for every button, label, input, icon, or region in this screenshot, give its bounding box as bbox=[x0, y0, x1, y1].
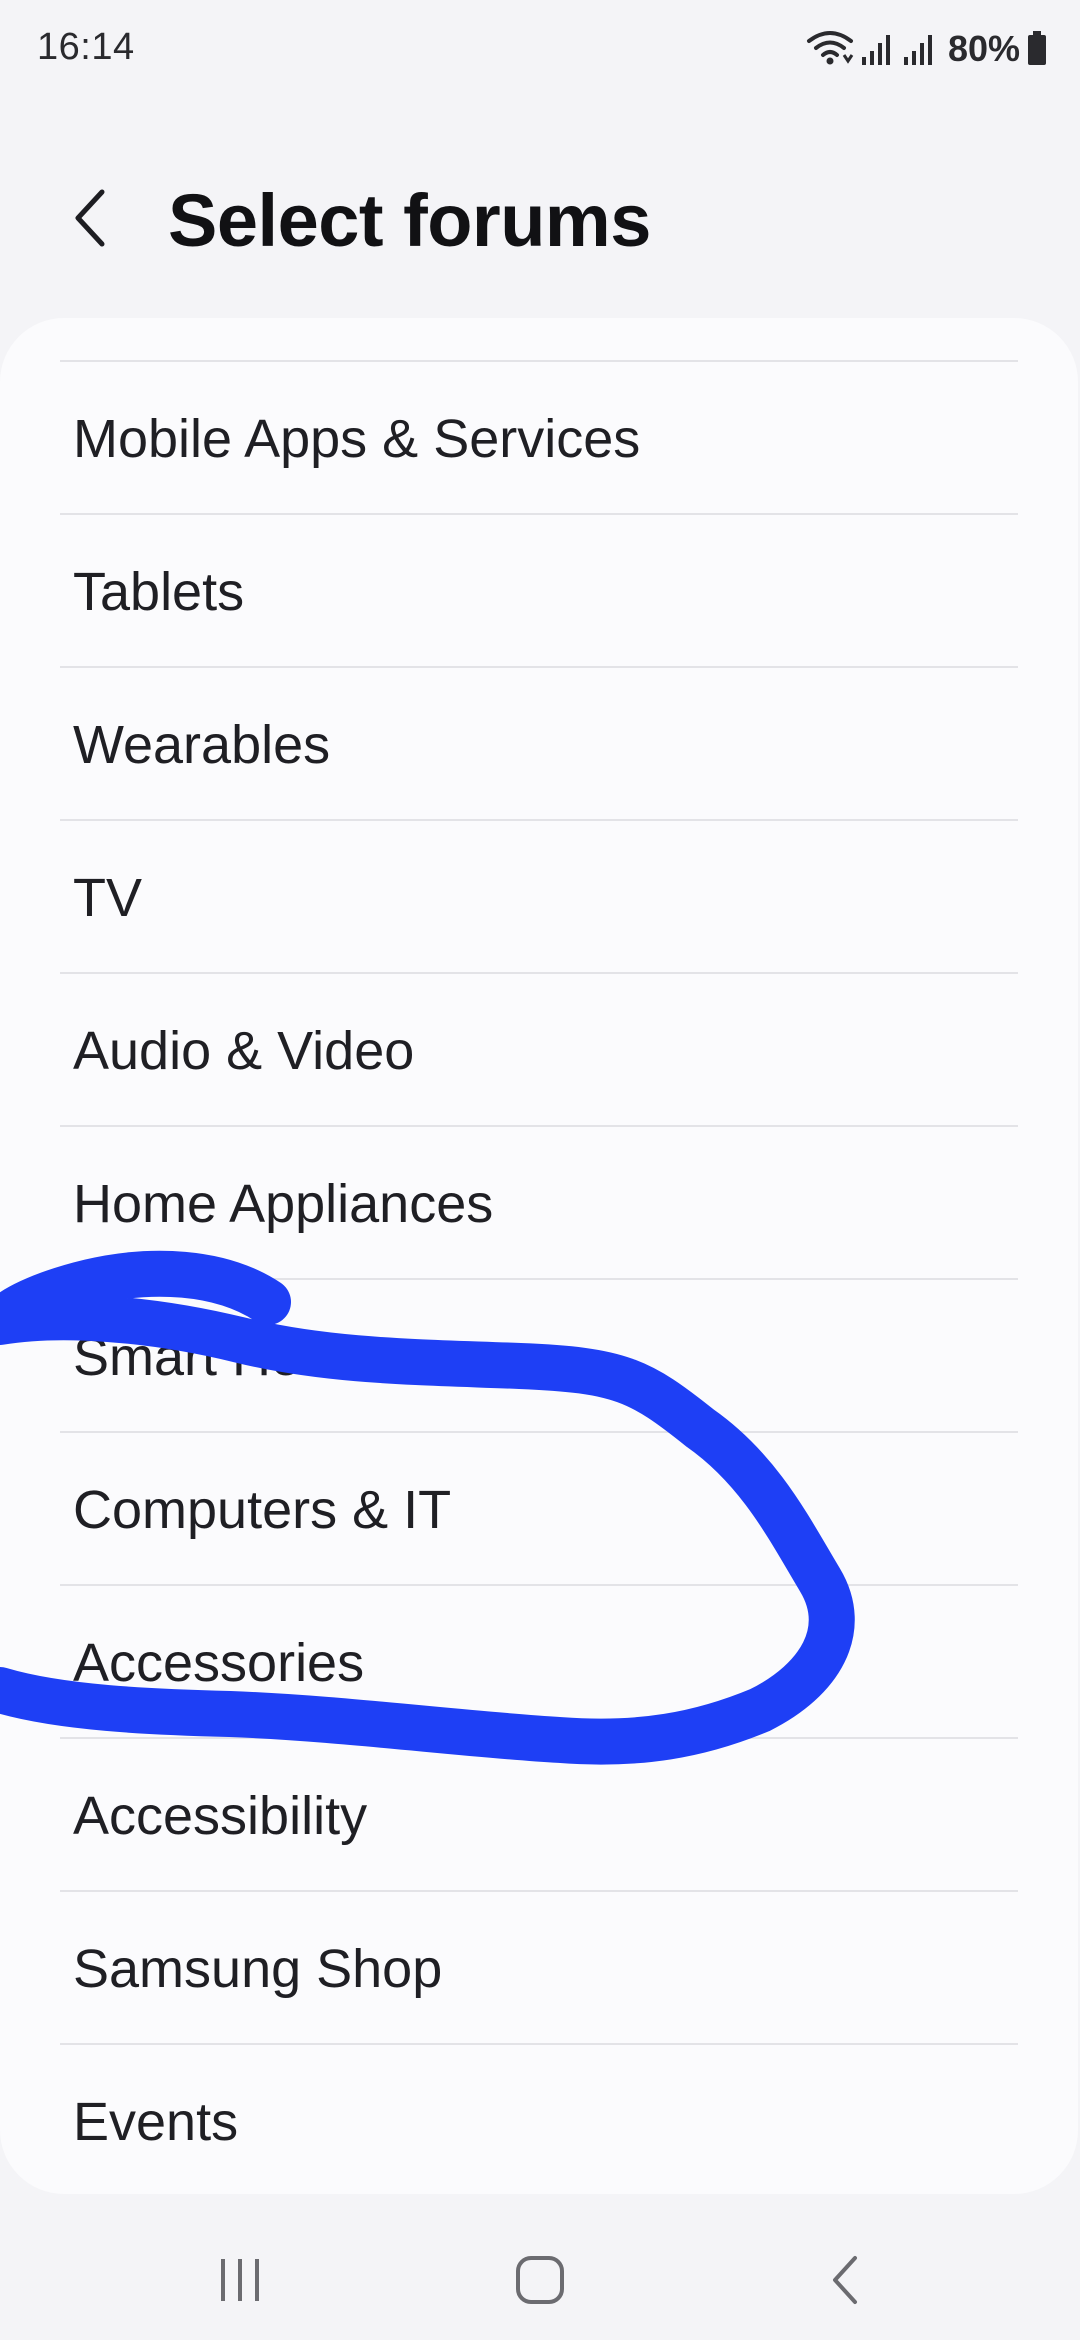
forum-item-home-appliances[interactable]: Home Appliances bbox=[60, 1125, 1018, 1278]
forum-item-label: Samsung Shop bbox=[73, 1939, 443, 1999]
forum-item-audio-video[interactable]: Audio & Video bbox=[60, 972, 1018, 1125]
forum-item-events[interactable]: Events bbox=[60, 2043, 1018, 2194]
forum-item-samsung-shop[interactable]: Samsung Shop bbox=[60, 1890, 1018, 2043]
header: Select forums bbox=[0, 160, 1080, 280]
forum-item-label: Accessibility bbox=[73, 1786, 368, 1846]
forum-item-label: Computers & IT bbox=[73, 1480, 452, 1540]
forum-item-tablets[interactable]: Tablets bbox=[60, 513, 1018, 666]
forum-item-label: TV bbox=[73, 868, 143, 928]
forum-item-label: Audio & Video bbox=[73, 1021, 415, 1081]
back-icon bbox=[825, 2252, 865, 2313]
chevron-left-icon bbox=[70, 186, 110, 255]
forums-list-card[interactable]: Mobile Apps & Services Tablets Wearables… bbox=[0, 318, 1078, 2194]
forum-item-accessories[interactable]: Accessories bbox=[60, 1584, 1018, 1737]
forum-item-label: Home Appliances bbox=[73, 1174, 494, 1234]
signal-icon bbox=[860, 29, 894, 69]
forum-item-label: Wearables bbox=[73, 715, 331, 775]
recent-apps-icon bbox=[215, 2255, 265, 2310]
forum-item-label: Events bbox=[73, 2092, 239, 2152]
status-bar: 16:14 80% bbox=[0, 0, 1080, 100]
forum-item-computers-it[interactable]: Computers & IT bbox=[60, 1431, 1018, 1584]
status-time: 16:14 bbox=[37, 26, 135, 68]
forum-item-label: Smart Home bbox=[73, 1327, 377, 1387]
navigation-bar bbox=[0, 2200, 1080, 2340]
status-icons: 80% bbox=[806, 24, 1048, 74]
forum-item-wearables[interactable]: Wearables bbox=[60, 666, 1018, 819]
home-button[interactable] bbox=[490, 2242, 590, 2322]
battery-icon bbox=[1026, 29, 1048, 69]
battery-percentage: 80% bbox=[947, 28, 1020, 69]
forum-item-label: Accessories bbox=[73, 1633, 365, 1693]
forum-item-smart-home[interactable]: Smart Home bbox=[60, 1278, 1018, 1431]
page-title: Select forums bbox=[168, 179, 651, 262]
forum-item-accessibility[interactable]: Accessibility bbox=[60, 1737, 1018, 1890]
wifi-icon bbox=[806, 29, 856, 69]
forum-item-mobile-apps-services[interactable]: Mobile Apps & Services bbox=[60, 360, 1018, 513]
back-nav-button[interactable] bbox=[795, 2242, 895, 2322]
recent-apps-button[interactable] bbox=[190, 2242, 290, 2322]
forum-item-tv[interactable]: TV bbox=[60, 819, 1018, 972]
forum-item-label: Mobile Apps & Services bbox=[73, 409, 641, 469]
back-button[interactable] bbox=[50, 180, 130, 260]
forum-item-label: Tablets bbox=[73, 562, 245, 622]
signal-icon bbox=[902, 29, 936, 69]
home-icon bbox=[514, 2254, 566, 2311]
forums-list: Mobile Apps & Services Tablets Wearables… bbox=[0, 360, 1078, 2194]
